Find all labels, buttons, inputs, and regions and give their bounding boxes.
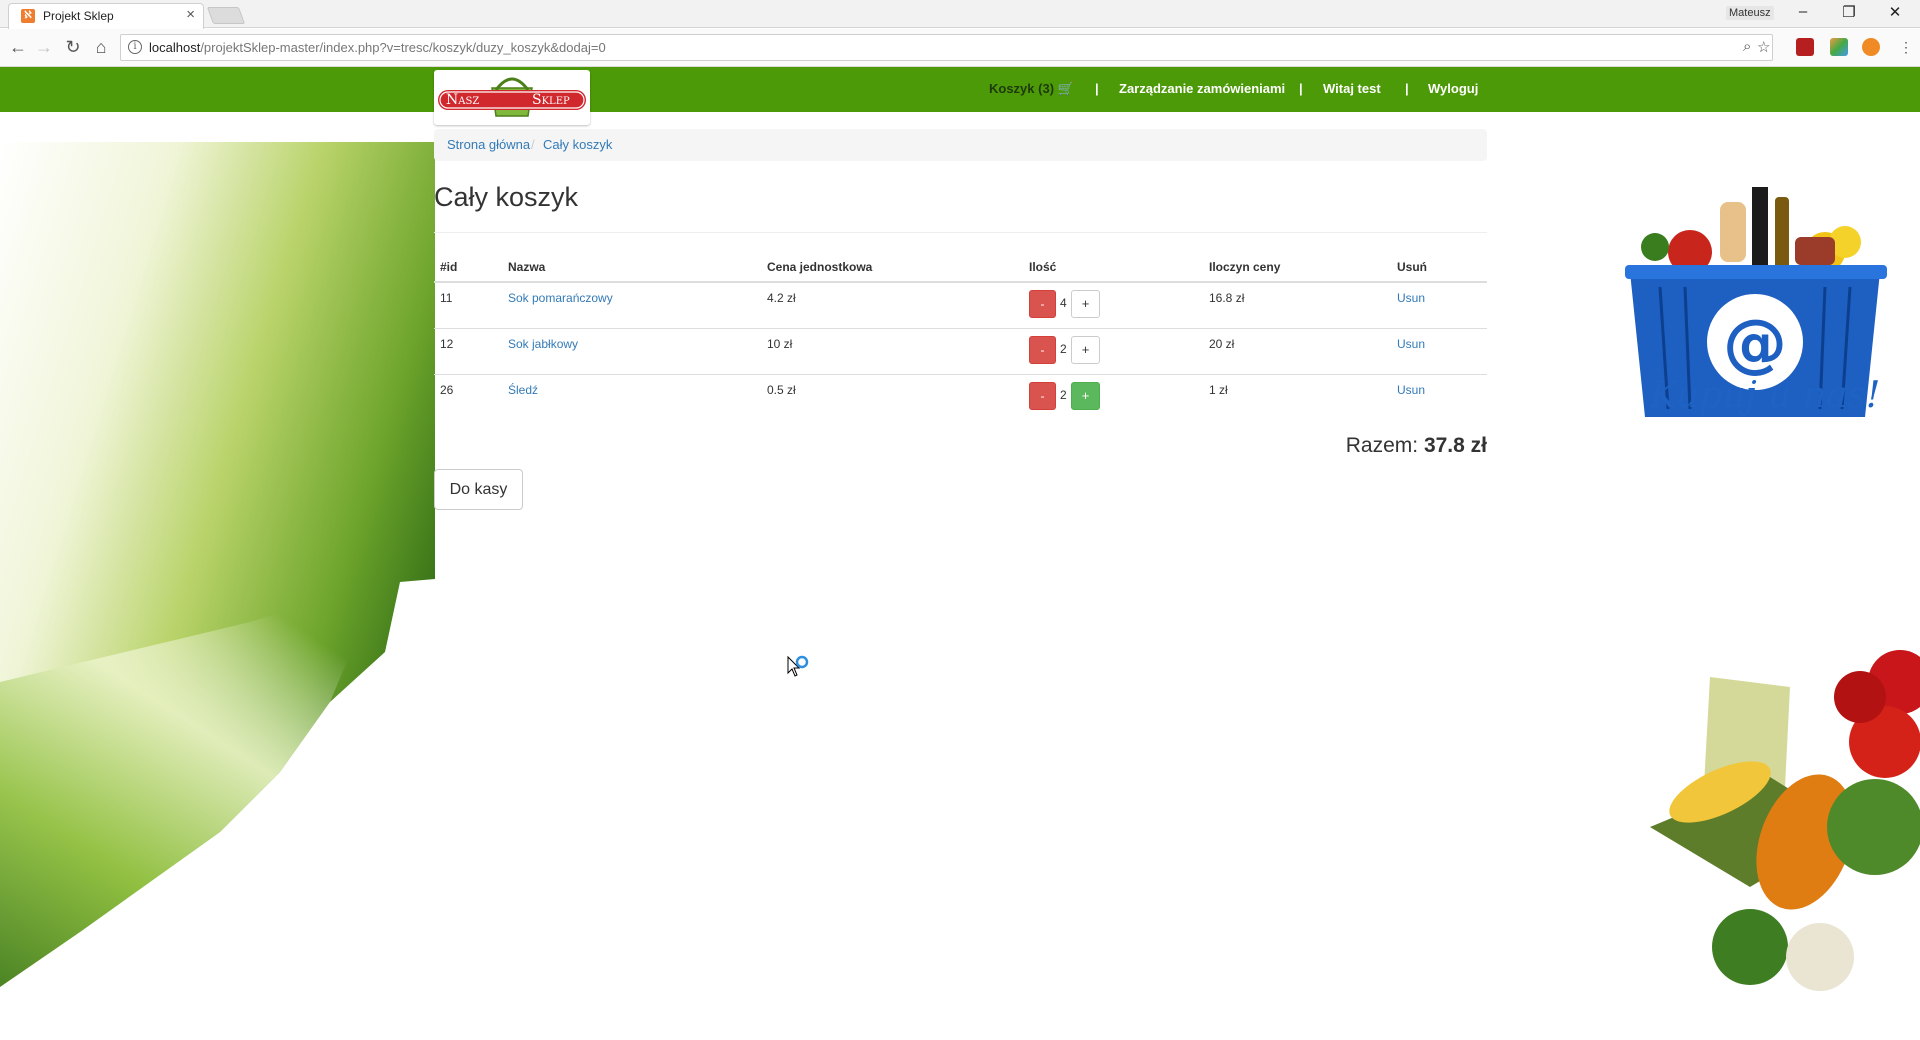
cell-line-total: 16.8 zł — [1203, 281, 1391, 329]
shopping-cart-icon: 🛒 — [1057, 81, 1074, 96]
remove-link[interactable]: Usun — [1397, 337, 1425, 351]
logo[interactable]: Nasz Sklep — [434, 70, 590, 125]
orders-management-link[interactable]: Zarządzanie zamówieniami — [1119, 81, 1285, 96]
cell-price: 4.2 zł — [761, 281, 1023, 329]
forward-arrow-icon[interactable]: → — [32, 35, 56, 59]
cell-id: 11 — [434, 281, 502, 329]
quantity-stepper: - 2 + — [1029, 382, 1197, 412]
header-quantity: Ilość — [1023, 250, 1203, 283]
xampp-favicon-icon: ℵ — [21, 9, 35, 23]
logout-link[interactable]: Wyloguj — [1428, 81, 1478, 96]
url-text[interactable]: localhost/projektSklep-master/index.php?… — [149, 40, 606, 55]
busy-cursor-icon — [787, 655, 809, 677]
remove-link[interactable]: Usun — [1397, 291, 1425, 305]
svg-text:@: @ — [1723, 307, 1787, 381]
nav-separator: | — [1299, 81, 1303, 96]
decrease-quantity-button[interactable]: - — [1029, 336, 1056, 364]
extension-icon[interactable] — [1830, 38, 1848, 56]
bookmark-star-icon[interactable]: ☆ — [1757, 38, 1770, 56]
header-name: Nazwa — [502, 250, 761, 283]
cell-id: 26 — [434, 374, 502, 420]
cart-table: #id Nazwa Cena jednostkowa Ilość Iloczyn… — [434, 250, 1487, 420]
browser-tab-strip: ℵ Projekt Sklep × Mateusz – ❐ ✕ — [0, 0, 1920, 29]
header-unit-price: Cena jednostkowa — [761, 250, 1023, 283]
cell-line-total: 1 zł — [1203, 374, 1391, 420]
title-divider — [434, 232, 1487, 233]
breadcrumb-home[interactable]: Strona główna — [447, 137, 530, 152]
table-row: 12 Sok jabłkowy 10 zł - 2 + 20 zł Usun — [434, 328, 1487, 375]
total-value: 37.8 zł — [1423, 434, 1487, 457]
tab-close-icon[interactable]: × — [186, 6, 195, 23]
header-line-total: Iloczyn ceny — [1203, 250, 1391, 283]
reload-icon[interactable]: ↻ — [61, 35, 85, 59]
increase-quantity-button[interactable]: + — [1071, 336, 1100, 364]
cell-price: 10 zł — [761, 328, 1023, 375]
tab-title: Projekt Sklep — [43, 9, 114, 23]
home-icon[interactable]: ⌂ — [89, 35, 113, 59]
increase-quantity-button[interactable]: + — [1071, 382, 1100, 410]
back-arrow-icon[interactable]: ← — [6, 35, 30, 59]
close-window-button[interactable]: ✕ — [1880, 3, 1910, 21]
address-bar[interactable]: i localhost/projektSklep-master/index.ph… — [120, 34, 1773, 61]
breadcrumb-current[interactable]: Cały koszyk — [543, 137, 612, 152]
increase-quantity-button[interactable]: + — [1071, 290, 1100, 318]
quantity-stepper: - 2 + — [1029, 336, 1197, 366]
product-link[interactable]: Sok jabłkowy — [508, 337, 578, 351]
url-path: /projektSklep-master/index.php?v=tresc/k… — [200, 40, 606, 55]
total-label: Razem: — [1345, 434, 1419, 457]
breadcrumb-separator: / — [531, 137, 535, 152]
logo-text-left: Nasz — [446, 92, 480, 108]
profile-name[interactable]: Mateusz — [1726, 6, 1774, 20]
browser-toolbar: ← → ↻ ⌂ i localhost/projektSklep-master/… — [0, 29, 1920, 67]
cell-line-total: 20 zł — [1203, 328, 1391, 375]
table-row: 26 Śledź 0.5 zł - 2 + 1 zł Usun — [434, 374, 1487, 420]
page-title: Cały koszyk — [434, 182, 579, 212]
extension-orange-icon[interactable] — [1862, 38, 1880, 56]
decrease-quantity-button[interactable]: - — [1029, 290, 1056, 318]
top-navbar — [0, 67, 1920, 112]
nav-separator: | — [1405, 81, 1409, 96]
decrease-quantity-button[interactable]: - — [1029, 382, 1056, 410]
quantity-value: 2 — [1060, 342, 1067, 356]
product-link[interactable]: Śledź — [508, 383, 538, 397]
vegetables-decoration — [1650, 650, 1920, 991]
cell-price: 0.5 zł — [761, 374, 1023, 420]
ublock-extension-icon[interactable] — [1796, 38, 1814, 56]
header-id: #id — [434, 250, 502, 283]
header-remove: Usuń — [1391, 250, 1487, 283]
product-link[interactable]: Sok pomarańczowy — [508, 291, 613, 305]
url-host: localhost — [149, 40, 201, 55]
info-icon[interactable]: i — [128, 40, 142, 54]
cart-total: Razem: 37.8 zł — [1346, 434, 1487, 458]
zoom-icon[interactable]: ⌕ — [1743, 38, 1751, 55]
restore-button[interactable]: ❐ — [1834, 3, 1864, 21]
breadcrumb: Strona główna / Cały koszyk — [434, 129, 1487, 161]
promo-text: Kupuj u nas! — [1650, 375, 1881, 416]
checkout-button[interactable]: Do kasy — [434, 469, 523, 510]
remove-link[interactable]: Usun — [1397, 383, 1425, 397]
quantity-value: 2 — [1060, 388, 1067, 402]
quantity-value: 4 — [1060, 296, 1067, 310]
new-tab-button[interactable] — [206, 7, 246, 24]
table-row: 11 Sok pomarańczowy 4.2 zł - 4 + 16.8 zł… — [434, 281, 1487, 329]
cart-link[interactable]: Koszyk (3) 🛒 — [989, 81, 1074, 97]
cart-label: Koszyk (3) — [989, 81, 1055, 96]
logo-text-right: Sklep — [532, 92, 570, 108]
quantity-stepper: - 4 + — [1029, 290, 1197, 320]
welcome-user-link[interactable]: Witaj test — [1323, 81, 1381, 96]
table-header-row: #id Nazwa Cena jednostkowa Ilość Iloczyn… — [434, 250, 1487, 283]
cell-id: 12 — [434, 328, 502, 375]
green-mosaic-decoration — [0, 142, 435, 987]
minimize-button[interactable]: – — [1788, 3, 1818, 20]
browser-menu-icon[interactable]: ⋮ — [1894, 35, 1918, 59]
nav-separator: | — [1095, 81, 1099, 96]
browser-tab[interactable]: ℵ Projekt Sklep × — [8, 3, 204, 29]
page-viewport: @ Kupuj u nas! Nasz Sklep Koszyk (3) 🛒 |… — [0, 67, 1920, 1040]
